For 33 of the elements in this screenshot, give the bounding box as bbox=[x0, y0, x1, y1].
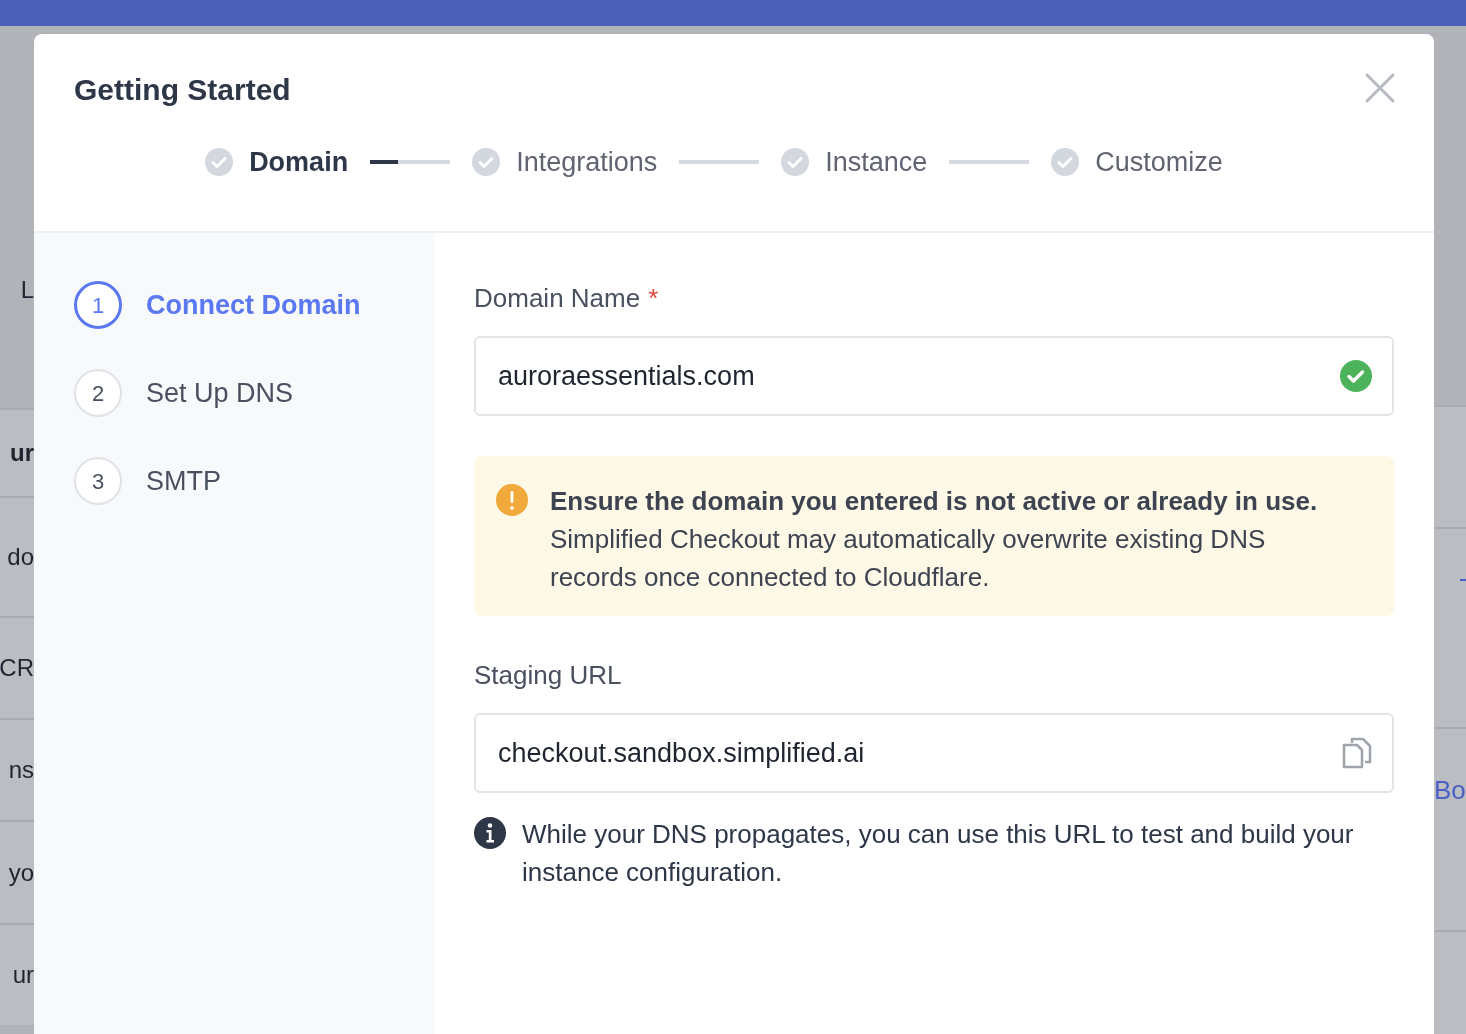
info-note: While your DNS propagates, you can use this URL to test and build your instance configuration. bbox=[522, 818, 1355, 889]
check-circle-icon bbox=[472, 148, 501, 177]
check-circle-icon bbox=[205, 148, 234, 177]
step-number: 2 bbox=[74, 369, 122, 417]
check-circle-icon bbox=[1051, 148, 1080, 177]
step-number: 1 bbox=[74, 281, 122, 329]
check-circle-icon bbox=[781, 148, 810, 177]
field-label: Domain Name bbox=[474, 282, 641, 315]
background-text: ns bbox=[8, 755, 34, 785]
step-tab[interactable]: Domain bbox=[205, 142, 349, 183]
close-button[interactable] bbox=[1364, 72, 1396, 104]
field-label: Staging URL bbox=[474, 659, 622, 692]
step-tab[interactable]: Customize bbox=[1051, 142, 1223, 183]
step-tab[interactable]: Integrations bbox=[472, 142, 658, 183]
step-tab[interactable]: Instance bbox=[781, 142, 928, 183]
warning-icon bbox=[496, 484, 528, 516]
substep-item[interactable]: 3 SMTP bbox=[74, 457, 394, 505]
background-text: yo bbox=[8, 857, 34, 888]
info-icon bbox=[474, 817, 506, 849]
background-text: ur bbox=[12, 960, 34, 990]
alert-message: Ensure the domain you entered is not active or already in use. Simplified Checkout may automatically overwrite existing DNS records once connected to Cloudflare. bbox=[550, 485, 1319, 594]
background-text: ur bbox=[10, 438, 34, 468]
background-text: L bbox=[20, 275, 34, 305]
required-mark: * bbox=[648, 282, 659, 315]
input-field[interactable]: auroraessentials.com bbox=[474, 336, 1394, 416]
background-text: do bbox=[7, 542, 34, 572]
copy-icon[interactable] bbox=[1342, 737, 1372, 769]
substep-item[interactable]: 2 Set Up DNS bbox=[74, 369, 394, 417]
substep-item[interactable]: 1 Connect Domain bbox=[74, 281, 394, 329]
background-text: CR bbox=[0, 653, 34, 683]
step-number: 3 bbox=[74, 457, 122, 505]
dialog-title: Getting Started bbox=[74, 72, 291, 108]
input-field[interactable]: checkout.sandbox.simplified.ai bbox=[474, 713, 1394, 793]
